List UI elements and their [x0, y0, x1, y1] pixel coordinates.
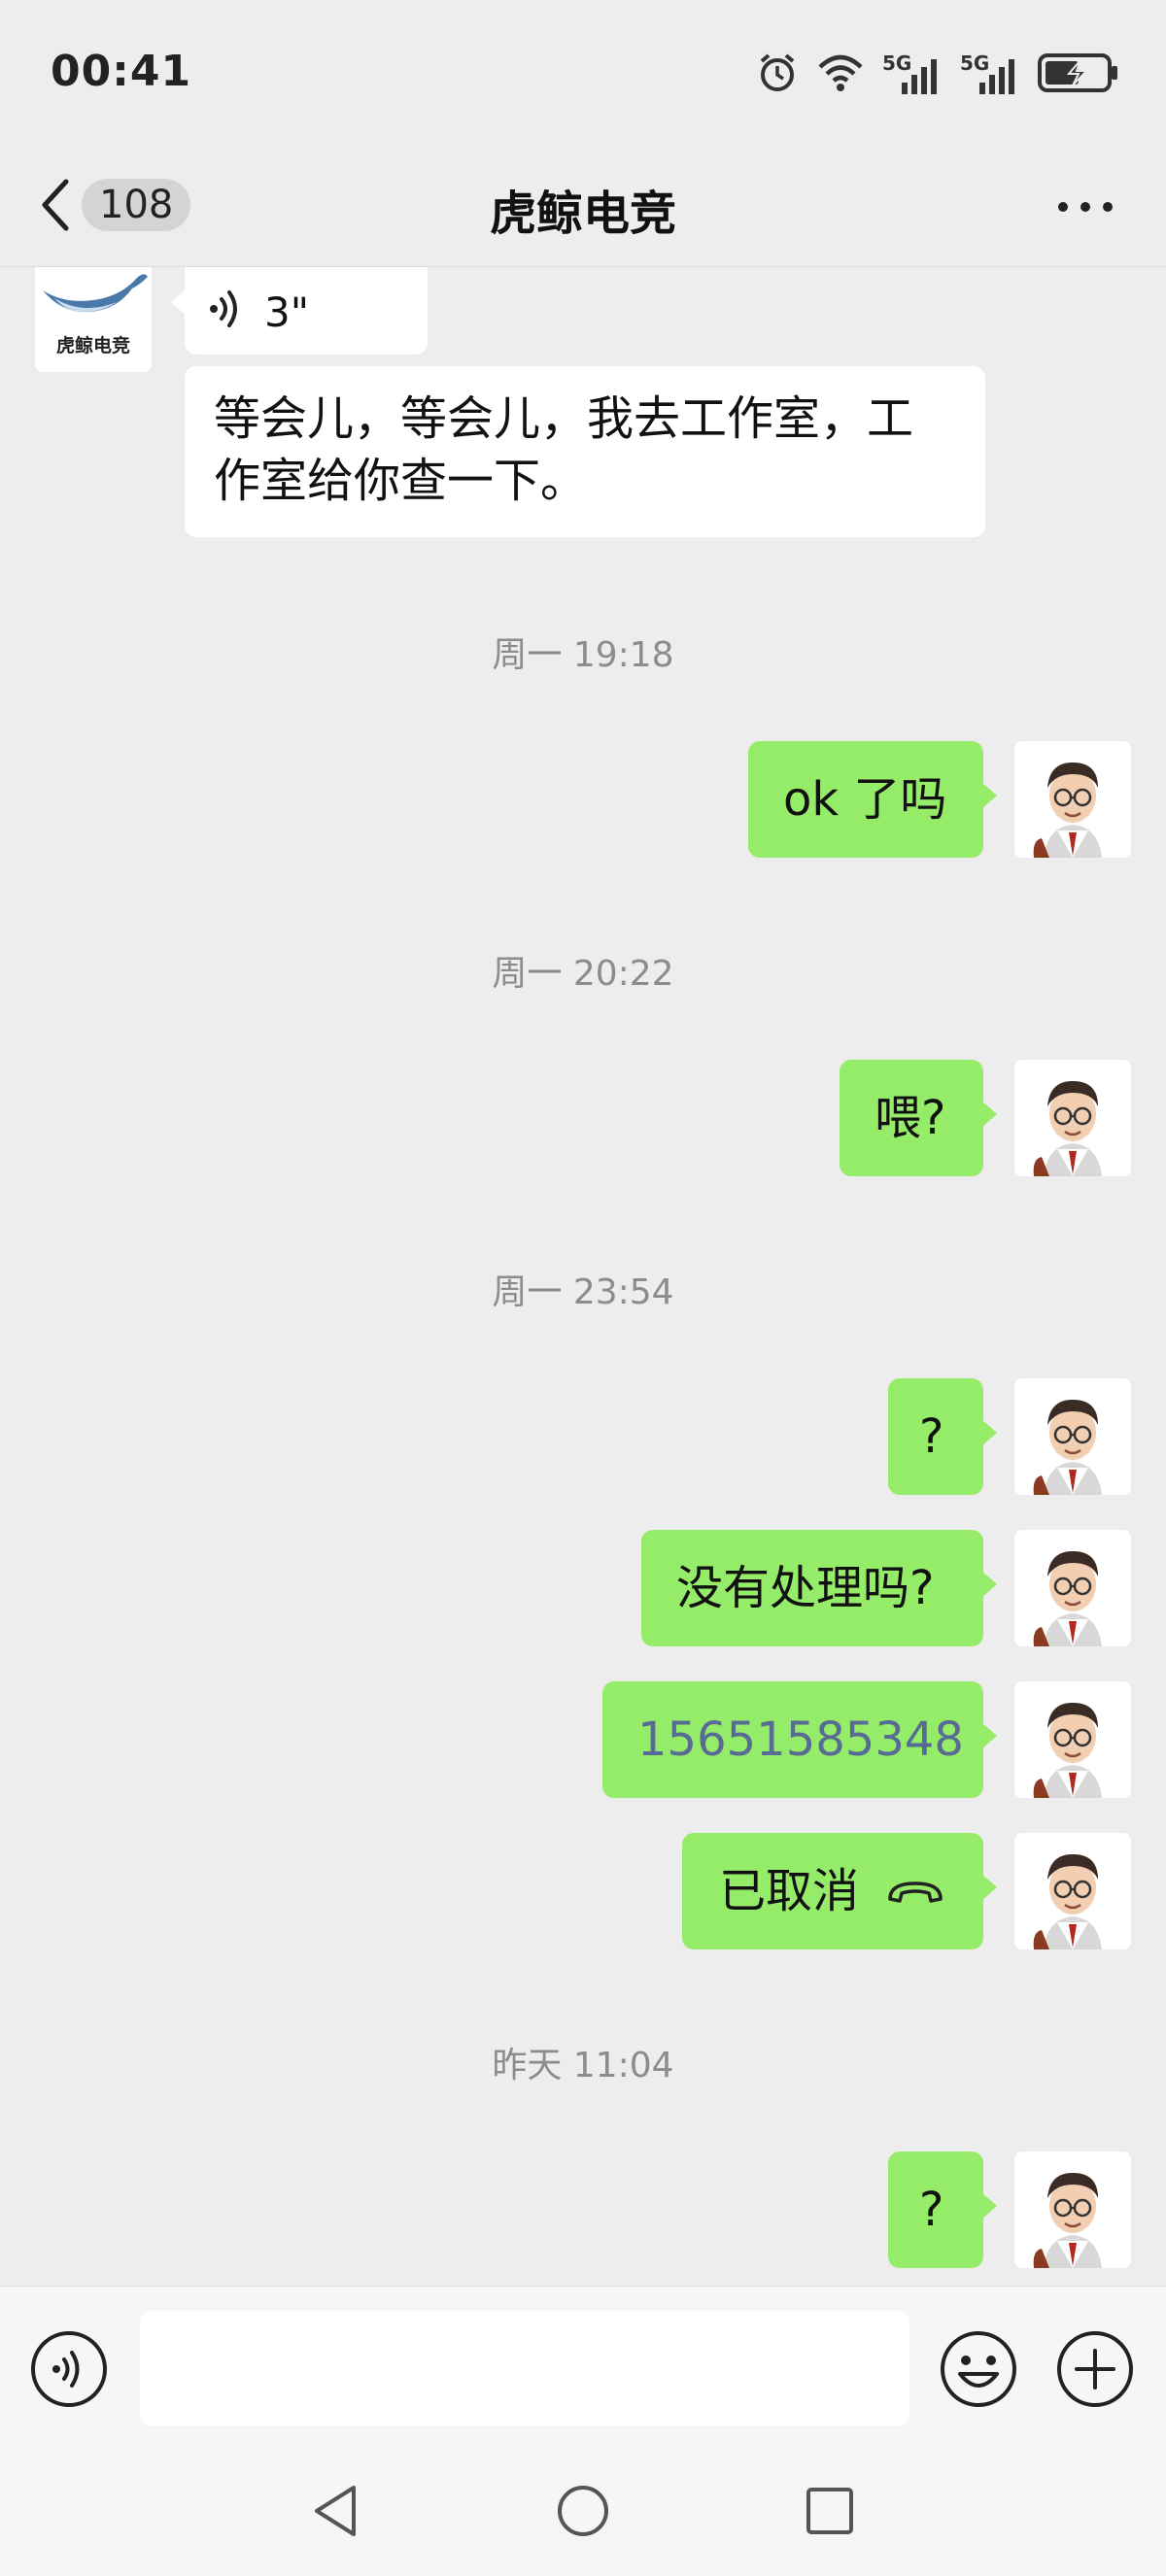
my-avatar[interactable]	[1014, 1681, 1131, 1798]
battery-icon	[1038, 53, 1117, 92]
outgoing-text-bubble[interactable]: 喂?	[840, 1060, 997, 1176]
outgoing-text-bubble[interactable]: ?	[888, 1378, 997, 1495]
hangup-phone-icon	[888, 1881, 943, 1903]
voice-input-icon[interactable]	[29, 2329, 109, 2409]
whale-logo-icon	[43, 274, 148, 313]
message-text: ?	[919, 2183, 944, 2237]
cartoon-avatar-icon	[1014, 1530, 1131, 1646]
status-bar: 00:41 5G 5G	[0, 0, 1166, 146]
status-time: 00:41	[51, 47, 192, 96]
cellular-signal-1-icon: 5G	[882, 51, 943, 94]
wifi-icon	[818, 54, 863, 91]
plus-icon[interactable]	[1055, 2329, 1135, 2409]
my-avatar[interactable]	[1014, 2152, 1131, 2268]
chat-header: 108 虎鲸电竞	[0, 146, 1166, 267]
time-separator: 周一 20:22	[492, 954, 674, 994]
time-separator: 昨天 11:04	[492, 2046, 674, 2085]
incoming-text-bubble[interactable]: 等会儿，等会儿，我去工作室，工 作室给你查一下。	[185, 366, 985, 537]
cartoon-avatar-icon	[1014, 1060, 1131, 1176]
outgoing-text-bubble[interactable]: ?	[888, 2152, 997, 2268]
cartoon-avatar-icon	[1014, 2152, 1131, 2268]
logo-text: 虎鲸电竞	[55, 335, 130, 356]
more-options-icon[interactable]	[1051, 183, 1119, 231]
status-icons: 5G 5G	[756, 49, 1119, 97]
message-text: 喂?	[874, 1091, 946, 1145]
incoming-text-line-2: 作室给你查一下。	[214, 454, 588, 508]
my-avatar[interactable]	[1014, 1530, 1131, 1646]
voice-duration: 3"	[264, 288, 310, 336]
message-list[interactable]: 虎鲸电竞 3" 等会儿，等会儿，我去工作室，工 作室给你查一下。 周一 19:1…	[0, 267, 1166, 2286]
my-avatar[interactable]	[1014, 1833, 1131, 1949]
cartoon-avatar-icon	[1014, 1681, 1131, 1798]
voice-wave-icon	[210, 290, 237, 327]
outgoing-text-bubble[interactable]: 没有处理吗?	[641, 1530, 997, 1646]
emoji-icon[interactable]	[939, 2329, 1018, 2409]
message-text: ?	[919, 1409, 944, 1464]
my-avatar[interactable]	[1014, 1378, 1131, 1495]
my-avatar[interactable]	[1014, 741, 1131, 858]
contact-avatar[interactable]: 虎鲸电竞	[35, 267, 152, 372]
cartoon-avatar-icon	[1014, 741, 1131, 858]
incoming-text-line-1: 等会儿，等会儿，我去工作室，工	[214, 391, 914, 446]
cellular-signal-2-icon: 5G	[960, 51, 1020, 94]
message-text: 没有处理吗?	[676, 1561, 935, 1615]
cancelled-call-bubble[interactable]: 已取消	[682, 1833, 997, 1949]
message-text: 已取消	[719, 1864, 860, 1918]
voice-message-bubble[interactable]: 3"	[171, 267, 428, 355]
message-input[interactable]	[140, 2311, 909, 2425]
message-input-bar	[0, 2286, 1166, 2452]
outgoing-phone-bubble[interactable]: 15651585348	[602, 1681, 997, 1798]
cartoon-avatar-icon	[1014, 1378, 1131, 1495]
my-avatar[interactable]	[1014, 1060, 1131, 1176]
nav-recents-icon[interactable]	[801, 2482, 859, 2540]
system-navigation-bar	[0, 2451, 1166, 2576]
phone-number-link[interactable]: 15651585348	[637, 1712, 964, 1767]
time-separator: 周一 19:18	[492, 635, 674, 675]
time-separator: 周一 23:54	[492, 1272, 674, 1312]
nav-home-icon[interactable]	[554, 2482, 612, 2540]
message-text: ok 了吗	[783, 772, 947, 827]
cartoon-avatar-icon	[1014, 1833, 1131, 1949]
outgoing-text-bubble[interactable]: ok 了吗	[748, 741, 997, 858]
alarm-icon	[760, 53, 795, 91]
nav-back-icon[interactable]	[307, 2482, 365, 2540]
chat-title: 虎鲸电竞	[489, 186, 676, 241]
